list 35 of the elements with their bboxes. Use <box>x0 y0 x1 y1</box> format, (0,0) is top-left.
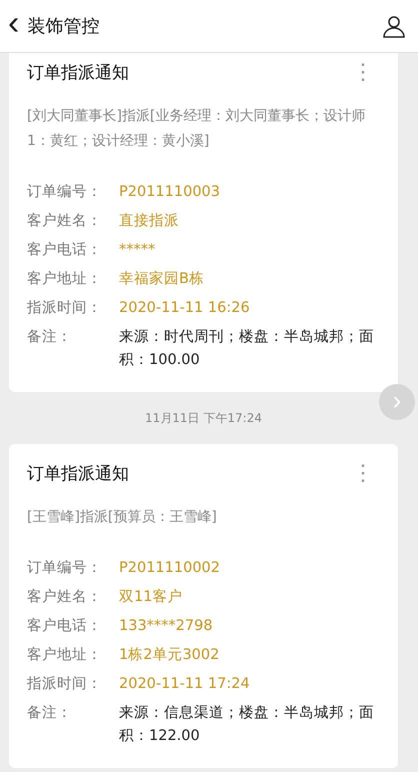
page-title: 装饰管控 <box>27 15 100 38</box>
timestamp: 11月11日 下午17:24 <box>145 410 262 426</box>
field-value: 1栋2单元3002 <box>119 646 220 665</box>
assignment-summary: [刘大同董事长]指派[业务经理：刘大同董事长；设计师1：黄红；设计经理：黄小溪] <box>27 107 366 151</box>
next-button[interactable]: › <box>379 384 415 420</box>
field-value: 直接指派 <box>119 212 180 231</box>
field-value: P2011110003 <box>119 183 221 202</box>
field-value: 133****2798 <box>119 617 214 636</box>
field-value: 来源：信息渠道；楼盘：半岛城邦；面积：122.00 <box>119 704 375 746</box>
field-label: 客户姓名： <box>27 588 103 607</box>
field-label: 客户电话： <box>27 240 103 260</box>
field-label: 备注： <box>27 704 73 723</box>
field-value: ***** <box>119 241 156 260</box>
field-label: 指派时间： <box>27 675 103 694</box>
card-title: 订单指派通知 <box>27 62 129 84</box>
field-label: 客户地址： <box>27 646 103 665</box>
field-value: 2020-11-11 17:24 <box>119 675 251 694</box>
field-value: 来源：时代周刊；楼盘：半岛城邦；面积：100.00 <box>119 328 375 370</box>
more-button[interactable]: ⋮ <box>346 61 380 83</box>
field-value: P2011110002 <box>119 559 221 578</box>
field-label: 订单编号： <box>27 559 103 578</box>
card-title: 订单指派通知 <box>27 463 129 485</box>
field-value: 2020-11-11 16:26 <box>119 299 251 318</box>
field-label: 客户电话： <box>27 616 103 636</box>
more-button[interactable]: ⋮ <box>346 462 380 484</box>
field-label: 客户地址： <box>27 270 103 289</box>
field-label: 备注： <box>27 328 73 347</box>
field-label: 订单编号： <box>27 183 103 202</box>
field-value: 双11客户 <box>119 588 184 607</box>
back-button[interactable]: ‹ <box>6 6 28 46</box>
field-label: 指派时间： <box>27 299 103 318</box>
field-value: 幸福家园B栋 <box>119 270 205 289</box>
field-label: 客户姓名： <box>27 212 103 231</box>
user-icon[interactable] <box>382 14 406 38</box>
assignment-summary: [王雪峰]指派[预算员：王雪峰] <box>27 508 218 527</box>
